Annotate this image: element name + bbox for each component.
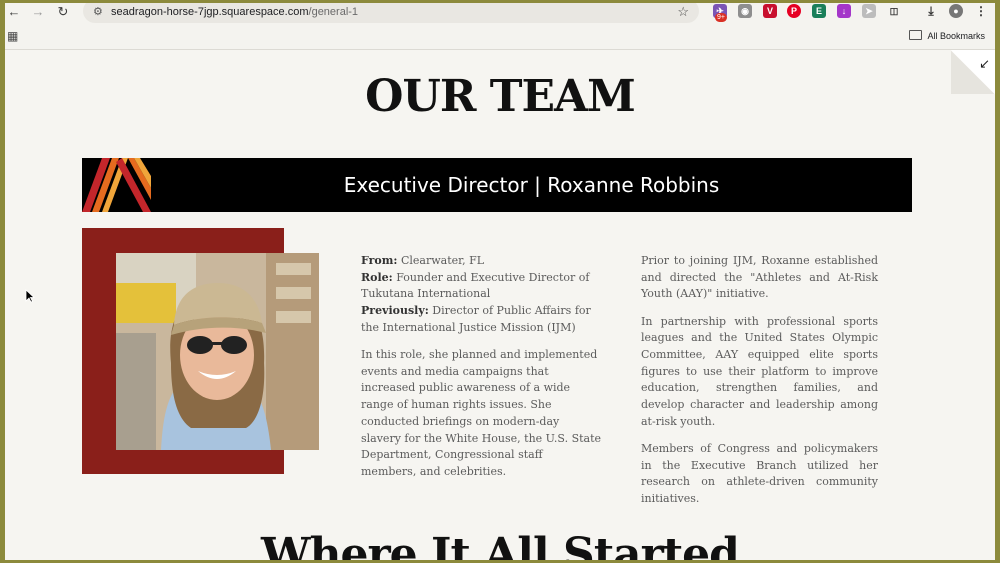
reload-icon[interactable]: ↻ bbox=[54, 4, 72, 20]
folder-icon bbox=[909, 30, 923, 40]
banner-title: Executive Director | Roxanne Robbins bbox=[343, 173, 720, 197]
all-bookmarks-button[interactable]: All Bookmarks bbox=[909, 30, 985, 41]
bio-paragraph-right-2: In partnership with professional sports … bbox=[641, 314, 878, 428]
pinterest-icon[interactable]: P bbox=[787, 4, 801, 18]
bookmark-star-icon[interactable]: ☆ bbox=[677, 4, 689, 20]
extension-badge: 9+ bbox=[715, 13, 727, 22]
bio-paragraph-right-3: Members of Congress and policymakers in … bbox=[641, 442, 878, 506]
tribal-pattern-graphic bbox=[82, 158, 151, 212]
url-text[interactable]: seadragon-horse-7jgp.squarespace.com/gen… bbox=[111, 6, 358, 18]
downloads-icon[interactable]: ⤓ bbox=[924, 4, 938, 18]
profile-avatar-icon[interactable]: ● bbox=[949, 4, 963, 18]
puzzle-extensions-icon[interactable]: ◫ bbox=[887, 4, 901, 18]
browser-chrome: ← → ↻ ⚙ seadragon-horse-7jgp.squarespace… bbox=[5, 3, 995, 50]
apps-grid-icon[interactable]: ▦ bbox=[7, 29, 18, 43]
menu-kebab-icon[interactable]: ⋮ bbox=[974, 4, 988, 18]
bio-paragraph-left: In this role, she planned and implemente… bbox=[361, 348, 602, 478]
vivino-extension-icon[interactable]: V bbox=[763, 4, 777, 18]
collapse-arrow-icon[interactable]: ↙ bbox=[979, 56, 990, 72]
e-extension-icon[interactable]: E bbox=[812, 4, 826, 18]
bio-paragraph-right-1: Prior to joining IJM, Roxanne establishe… bbox=[641, 254, 878, 301]
address-bar[interactable]: ⚙ seadragon-horse-7jgp.squarespace.com/g… bbox=[83, 3, 699, 23]
profile-bio-column: Prior to joining IJM, Roxanne establishe… bbox=[641, 253, 878, 518]
next-section-title: Where It All Started bbox=[261, 529, 740, 560]
browser-window: ← → ↻ ⚙ seadragon-horse-7jgp.squarespace… bbox=[5, 3, 995, 560]
role-line: Role: Founder and Executive Director of … bbox=[361, 270, 590, 301]
download-extension-icon[interactable]: ↓ bbox=[837, 4, 851, 18]
from-line: From: Clearwater, FL bbox=[361, 254, 485, 267]
site-settings-icon[interactable]: ⚙ bbox=[93, 5, 103, 18]
back-arrow-icon[interactable]: ← bbox=[5, 4, 23, 20]
camera-extension-icon[interactable]: ◉ bbox=[738, 4, 752, 18]
profile-photo bbox=[116, 253, 319, 450]
plane-extension-icon[interactable]: ➤ bbox=[862, 4, 876, 18]
previously-line: Previously: Director of Public Affairs f… bbox=[361, 304, 591, 334]
forward-arrow-icon[interactable]: → bbox=[29, 4, 47, 20]
page-title: OUR TEAM bbox=[365, 71, 636, 122]
section-banner: Executive Director | Roxanne Robbins bbox=[82, 158, 912, 212]
profile-details-column: From: Clearwater, FL Role: Founder and E… bbox=[361, 253, 601, 491]
mouse-cursor-icon bbox=[25, 289, 35, 303]
